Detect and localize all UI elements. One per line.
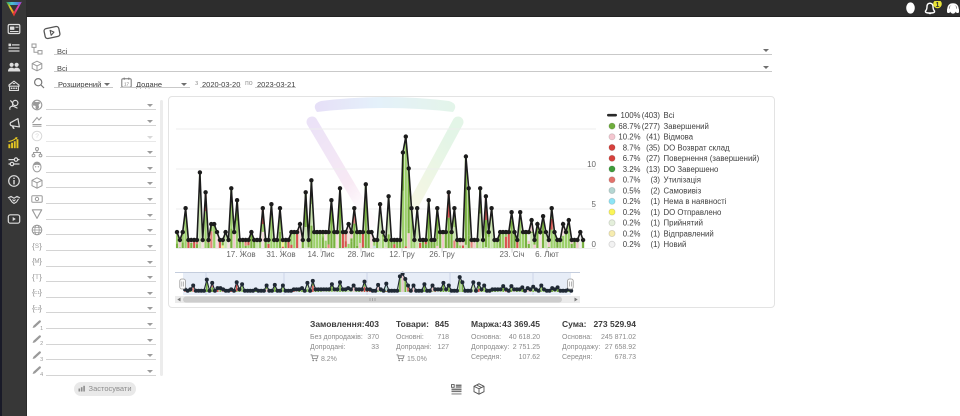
svg-text:DO Возврат склад: DO Возврат склад [664,143,731,152]
svg-text:0.2%: 0.2% [623,219,641,228]
svg-text:5: 5 [592,200,597,209]
svg-text:0.2%: 0.2% [623,208,641,217]
svg-text:Самовивіз: Самовивіз [664,186,702,195]
svg-text:68.7%: 68.7% [618,122,640,131]
svg-text:(1): (1) [650,208,660,217]
svg-text:0.2%: 0.2% [623,240,641,249]
svg-text:(13): (13) [646,165,660,174]
svg-text:26. Гру: 26. Гру [429,250,455,259]
svg-text:Завершений: Завершений [664,122,709,131]
svg-text:6.7%: 6.7% [623,154,641,163]
svg-text:0: 0 [592,240,597,249]
svg-text:(1): (1) [650,219,660,228]
svg-text:(2): (2) [650,186,660,195]
svg-text:17. Жов: 17. Жов [226,250,255,259]
svg-text:0.5%: 0.5% [623,186,641,195]
svg-text:28. Лис: 28. Лис [347,250,374,259]
svg-text:10.2%: 10.2% [618,133,640,142]
svg-text:(403): (403) [642,111,661,120]
svg-text:(1): (1) [650,229,660,238]
svg-text:31. Жов: 31. Жов [266,250,295,259]
svg-text:10: 10 [587,160,596,169]
svg-text:Новий: Новий [664,240,687,249]
svg-text:(35): (35) [646,143,660,152]
svg-text:(3): (3) [650,176,660,185]
svg-text:Відправлений: Відправлений [664,229,714,238]
svg-text:12. Гру: 12. Гру [389,250,415,259]
svg-text:0.2%: 0.2% [623,229,641,238]
svg-text:(27): (27) [646,154,660,163]
svg-text:Повернення (завершений): Повернення (завершений) [664,154,760,163]
svg-text:Відмова: Відмова [664,133,694,142]
svg-text:(1): (1) [650,240,660,249]
svg-text:(41): (41) [646,133,660,142]
svg-text:3.2%: 3.2% [623,165,641,174]
svg-text:Нема в наявності: Нема в наявності [664,197,727,206]
svg-text:14. Лис: 14. Лис [307,250,334,259]
svg-text:8.7%: 8.7% [623,143,641,152]
svg-text:Всі: Всі [664,111,675,120]
svg-text:0.2%: 0.2% [623,197,641,206]
svg-text:(277): (277) [642,122,661,131]
svg-text:DO Отправлено: DO Отправлено [664,208,723,217]
svg-text:Утилізація: Утилізація [664,176,702,185]
svg-text:0.7%: 0.7% [623,176,641,185]
svg-text:6. Лют: 6. Лют [535,250,559,259]
svg-text:Прийнятий: Прийнятий [664,219,703,228]
svg-text:(1): (1) [650,197,660,206]
svg-text:DO Завершено: DO Завершено [664,165,720,174]
svg-text:23. Січ: 23. Січ [499,250,524,259]
svg-text:100%: 100% [621,111,641,120]
